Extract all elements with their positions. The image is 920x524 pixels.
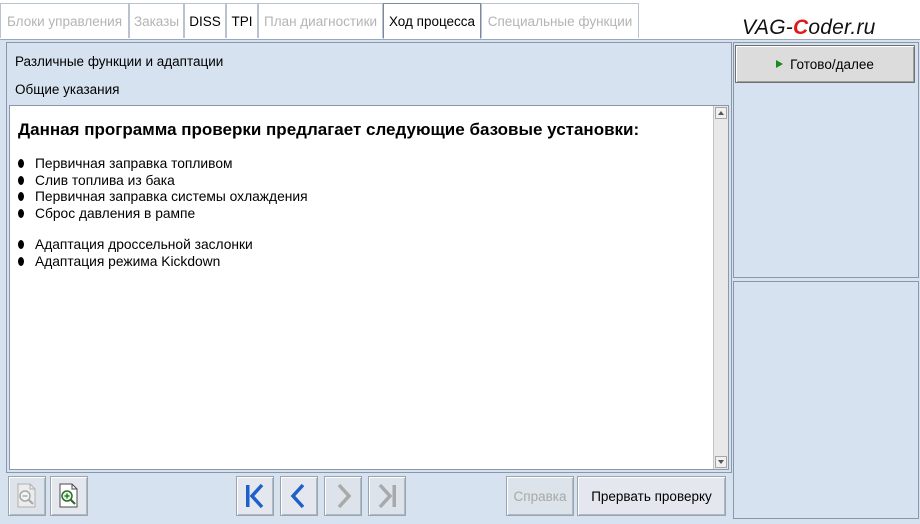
section-subtitle: Общие указания: [15, 82, 120, 97]
bullet-icon: [18, 208, 24, 218]
adaptation-list: Адаптация дроссельной заслонки Адаптация…: [18, 237, 706, 270]
tab-process[interactable]: Ход процесса: [383, 3, 481, 39]
content-area: Данная программа проверки предлагает сле…: [9, 105, 729, 470]
tab-control-units[interactable]: Блоки управления: [0, 3, 129, 38]
bullet-icon: [18, 192, 24, 201]
logo-part1: VAG-: [742, 16, 793, 39]
bullet-icon: [18, 256, 24, 266]
main-panel: Различные функции и адаптации Общие указ…: [6, 42, 732, 473]
list-item: Первичная заправка топливом: [18, 156, 706, 173]
scroll-down-button[interactable]: [715, 456, 727, 468]
list-item: Сброс давления в рампе: [18, 206, 706, 223]
arrow-down-icon: [718, 460, 724, 464]
section-title: Различные функции и адаптации: [15, 54, 224, 69]
last-step-button[interactable]: [368, 476, 406, 516]
bullet-icon: [18, 159, 24, 168]
done-next-label: Готово/далее: [790, 56, 874, 72]
bullet-icon: [18, 240, 24, 249]
content-text: Данная программа проверки предлагает сле…: [18, 120, 706, 270]
site-logo: VAG-Coder.ru: [742, 16, 876, 40]
done-next-button[interactable]: Готово/далее: [735, 45, 915, 83]
tab-orders[interactable]: Заказы: [129, 3, 184, 38]
help-button[interactable]: Справка: [506, 476, 574, 516]
skip-first-icon: [246, 483, 264, 509]
zoom-out-icon: [17, 483, 36, 508]
play-icon: [776, 60, 784, 68]
tab-diss[interactable]: DISS: [184, 3, 226, 38]
skip-last-icon: [378, 483, 396, 509]
action-panel: Готово/далее: [733, 42, 919, 278]
tab-special-functions[interactable]: Специальные функции: [481, 3, 639, 38]
bullet-icon: [18, 175, 24, 185]
tab-diagnostic-plan[interactable]: План диагностики: [258, 3, 383, 38]
chevron-right-icon: [337, 483, 352, 509]
basic-settings-list: Первичная заправка топливом Слив топлива…: [18, 156, 706, 222]
abort-test-button[interactable]: Прервать проверку: [577, 476, 726, 516]
next-step-button[interactable]: [324, 476, 362, 516]
zoom-in-icon: [59, 483, 78, 508]
tab-bar: Блоки управления Заказы DISS TPI План ди…: [0, 0, 920, 40]
info-panel: [733, 281, 919, 519]
arrow-up-icon: [718, 111, 724, 115]
list-item: Адаптация режима Kickdown: [18, 254, 706, 271]
list-item: Слив топлива из бака: [18, 173, 706, 190]
logo-part2: oder.ru: [808, 16, 876, 39]
first-step-button[interactable]: [236, 476, 274, 516]
zoom-in-button[interactable]: [50, 476, 88, 516]
list-item: Адаптация дроссельной заслонки: [18, 237, 706, 254]
tab-tpi[interactable]: TPI: [226, 3, 258, 38]
previous-step-button[interactable]: [280, 476, 318, 516]
vertical-scrollbar[interactable]: [713, 106, 728, 469]
list-gap: [18, 222, 706, 237]
chevron-left-icon: [290, 483, 305, 509]
logo-accent: C: [792, 16, 809, 39]
list-item: Первичная заправка системы охлаждения: [18, 189, 706, 206]
zoom-out-button[interactable]: [8, 476, 46, 516]
scroll-up-button[interactable]: [715, 107, 727, 119]
content-heading: Данная программа проверки предлагает сле…: [18, 120, 640, 139]
